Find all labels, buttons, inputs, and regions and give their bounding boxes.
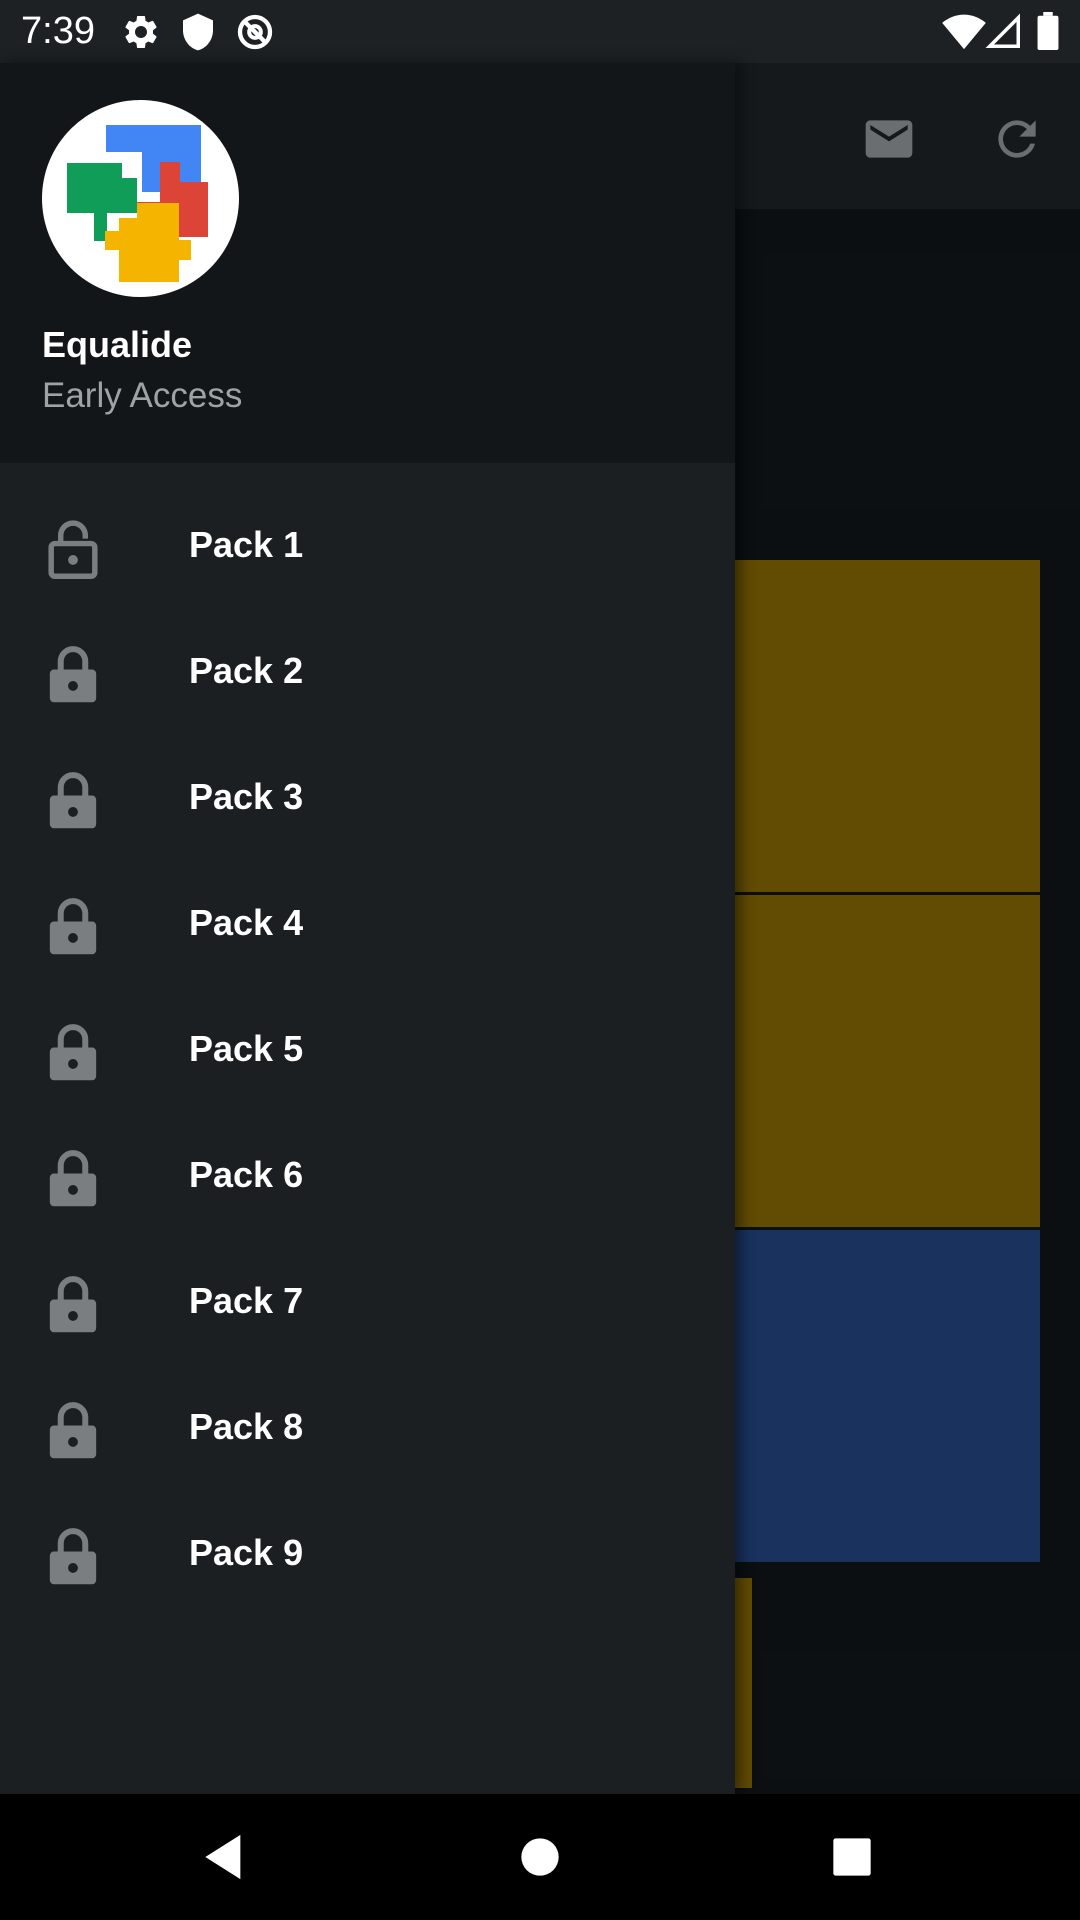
lock-icon: [49, 898, 97, 955]
gear-icon: [125, 15, 157, 48]
lock-icon: [49, 1024, 97, 1081]
pack-label: Pack 3: [189, 776, 304, 817]
screen: 7:39 Equalide Early Access Pack 1 Pack 2…: [0, 0, 1080, 1920]
pack-item-8[interactable]: Pack 8: [0, 1365, 735, 1491]
navigation-drawer: Equalide Early Access Pack 1 Pack 2 Pack…: [0, 63, 735, 1794]
pack-item-9[interactable]: Pack 9: [0, 1491, 735, 1617]
shield-icon: [183, 13, 213, 51]
puzzle-logo-icon: [67, 125, 208, 282]
wifi-icon: [942, 14, 986, 50]
pack-label: Pack 2: [189, 650, 304, 691]
pack-item-5[interactable]: Pack 5: [0, 987, 735, 1113]
pack-item-3[interactable]: Pack 3: [0, 735, 735, 861]
lock-icon: [49, 772, 97, 829]
lock-icon: [49, 1402, 97, 1459]
pack-item-4[interactable]: Pack 4: [0, 861, 735, 987]
pack-list: Pack 1 Pack 2 Pack 3 Pack 4 Pack 5 Pack …: [0, 483, 735, 1617]
pack-label: Pack 9: [189, 1532, 304, 1573]
lock-icon: [49, 1150, 97, 1207]
app-subtitle: Early Access: [42, 376, 243, 415]
home-icon[interactable]: [512, 1829, 568, 1885]
app-name: Equalide: [42, 324, 193, 365]
signal-icon: [985, 13, 1020, 48]
status-time: 7:39: [21, 10, 95, 52]
status-bar: 7:39: [0, 0, 1080, 63]
lock-icon: [49, 646, 97, 703]
recents-icon[interactable]: [824, 1829, 880, 1885]
pack-label: Pack 7: [189, 1280, 304, 1321]
lock-icon: [49, 1528, 97, 1585]
app-logo: [42, 100, 239, 297]
pack-label: Pack 6: [189, 1154, 304, 1195]
pack-item-1[interactable]: Pack 1: [0, 483, 735, 609]
lock-open-icon: [48, 520, 98, 579]
pack-item-2[interactable]: Pack 2: [0, 609, 735, 735]
system-nav-bar: [0, 1794, 1080, 1920]
dnd-icon: [237, 14, 273, 50]
pack-label: Pack 8: [189, 1406, 304, 1447]
back-icon[interactable]: [196, 1829, 252, 1885]
lock-icon: [49, 1276, 97, 1333]
pack-item-7[interactable]: Pack 7: [0, 1239, 735, 1365]
drawer-header: Equalide Early Access: [0, 63, 735, 463]
pack-label: Pack 4: [189, 902, 304, 943]
pack-label: Pack 1: [189, 524, 304, 565]
pack-label: Pack 5: [189, 1028, 304, 1069]
battery-icon: [1037, 12, 1059, 50]
pack-item-6[interactable]: Pack 6: [0, 1113, 735, 1239]
